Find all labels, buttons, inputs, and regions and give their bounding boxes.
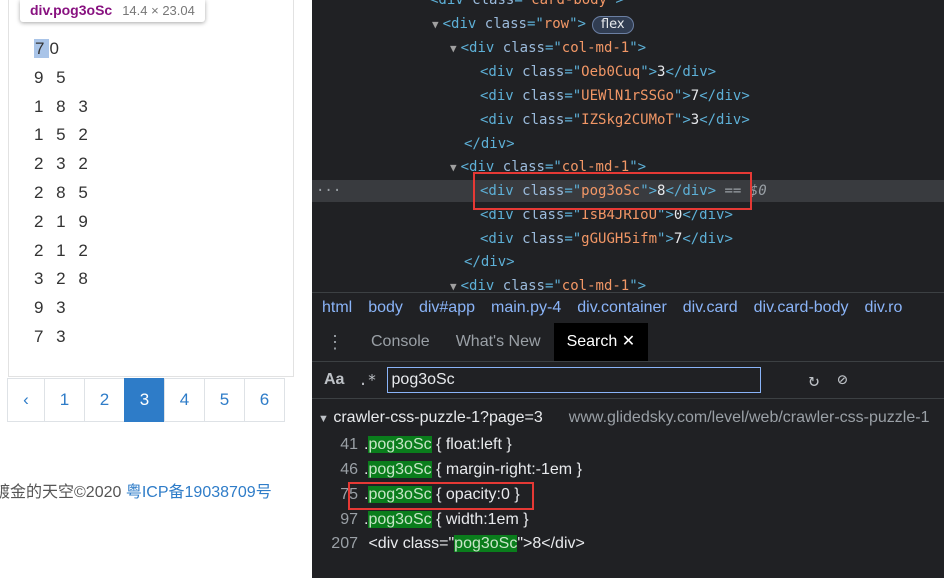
node-col[interactable]: ▼ <div class="col-md-1"> <box>450 37 646 59</box>
inspect-tooltip: div.pog3oSc 14.4 × 23.04 <box>20 0 205 22</box>
page-link-3[interactable]: 3 <box>124 378 165 422</box>
crumb-row[interactable]: div.ro <box>864 299 902 317</box>
number-row: 2 1 9 <box>34 211 92 231</box>
node-leaf[interactable]: <div class="IZSkg2CUMoT">3</div> <box>480 109 750 131</box>
close-icon[interactable]: ✕ <box>622 333 635 350</box>
result-file-header[interactable]: ▼ crawler-css-puzzle-1?page=3 www.glideds… <box>318 409 929 427</box>
number-row: 2 8 5 <box>34 182 92 202</box>
annotation-box-node <box>473 172 752 210</box>
page-link-6[interactable]: 6 <box>244 378 285 422</box>
result-line[interactable]: 41 .pog3oSc { float:left } <box>312 433 512 457</box>
icp-link[interactable]: 粤ICP备19038709号 <box>126 484 272 501</box>
prev-page-button[interactable]: ‹ <box>7 378 45 422</box>
highlighted-digit: 7 <box>34 39 50 58</box>
flex-badge[interactable]: flex <box>591 16 634 34</box>
number-list: 70 9 5 1 8 3 1 5 2 2 3 2 2 8 5 2 1 9 2 1… <box>34 35 92 352</box>
number-row: 2 3 2 <box>34 154 92 174</box>
result-line[interactable]: 97 .pog3oSc { width:1em } <box>312 508 529 532</box>
number-row: 9 5 <box>34 67 70 87</box>
elements-tree: ··· <div class="card-body"> ▼ <div class=… <box>312 0 944 294</box>
footer: 镀金的天空©2020 粤ICP备19038709号 <box>0 478 272 502</box>
result-file-name: crawler-css-puzzle-1?page=3 <box>333 409 543 426</box>
kebab-menu-icon[interactable]: ⋮ <box>312 332 358 353</box>
node-card-body[interactable]: <div class="card-body"> <box>430 0 624 11</box>
page-link-2[interactable]: 2 <box>84 378 125 422</box>
page-panel: 70 9 5 1 8 3 1 5 2 2 3 2 2 8 5 2 1 9 2 1… <box>0 0 312 578</box>
crumb-container[interactable]: div.container <box>577 299 667 317</box>
more-actions-icon[interactable]: ··· <box>316 180 341 202</box>
node-leaf[interactable]: <div class="gGUGH5ifm">7</div> <box>480 228 733 250</box>
crumb-main[interactable]: main.py-4 <box>491 299 561 317</box>
node-close[interactable]: </div> <box>464 251 515 273</box>
search-results: ▼ crawler-css-puzzle-1?page=3 www.glideds… <box>312 399 944 578</box>
page-link-4[interactable]: 4 <box>164 378 205 422</box>
node-row[interactable]: ▼ <div class="row"> flex <box>432 13 634 35</box>
pagination: ‹ 1 2 3 4 5 6 <box>7 378 285 422</box>
crumb-app[interactable]: div#app <box>419 299 475 317</box>
crumb-body[interactable]: body <box>368 299 403 317</box>
page-link-5[interactable]: 5 <box>204 378 245 422</box>
collapse-arrow-icon[interactable]: ▼ <box>432 18 439 31</box>
number-row: 7 3 <box>34 326 70 346</box>
number-row: 2 1 2 <box>34 240 92 260</box>
result-file-url: www.glidedsky.com/level/web/crawler-css-… <box>568 409 930 426</box>
regex-toggle[interactable]: .* <box>358 371 376 389</box>
search-toolbar: Aa .* pog3oSc ↻ ⊘ <box>312 362 944 399</box>
node-leaf[interactable]: <div class="UEWlN1rSSGo">7</div> <box>480 85 750 107</box>
tab-console[interactable]: Console <box>358 323 443 361</box>
tooltip-size: 14.4 × 23.04 <box>122 3 195 18</box>
tab-search[interactable]: Search ✕ <box>553 323 649 361</box>
number-row: 9 3 <box>34 298 70 318</box>
tab-whats-new[interactable]: What's New <box>443 323 554 361</box>
crumb-card[interactable]: div.card <box>683 299 738 317</box>
collapse-arrow-icon[interactable]: ▼ <box>450 42 457 55</box>
node-leaf[interactable]: <div class="Oeb0Cuq">3</div> <box>480 61 716 83</box>
result-line[interactable]: 207 <div class="pog3oSc">8</div> <box>312 532 585 556</box>
crumb-card-body[interactable]: div.card-body <box>754 299 849 317</box>
page-link-1[interactable]: 1 <box>44 378 85 422</box>
refresh-icon[interactable]: ↻ <box>809 370 820 391</box>
node-close[interactable]: </div> <box>464 133 515 155</box>
number-row: 1 5 2 <box>34 125 92 145</box>
number-row: 70 <box>34 39 63 58</box>
breadcrumb: html body div#app main.py-4 div.containe… <box>312 292 944 324</box>
disclosure-arrow-icon[interactable]: ▼ <box>318 413 329 425</box>
footer-text: 镀金的天空©2020 <box>0 484 126 501</box>
crumb-html[interactable]: html <box>322 299 352 317</box>
number-row: 3 2 8 <box>34 269 92 289</box>
annotation-box-opacity <box>348 482 534 510</box>
number-row: 1 8 3 <box>34 96 92 116</box>
clear-icon[interactable]: ⊘ <box>837 370 847 390</box>
drawer-tabbar: ⋮ Console What's New Search ✕ <box>312 323 944 362</box>
search-input[interactable]: pog3oSc <box>386 367 761 393</box>
tooltip-selector: div.pog3oSc <box>30 2 113 18</box>
result-line[interactable]: 46 .pog3oSc { margin-right:-1em } <box>312 458 582 482</box>
match-case-toggle[interactable]: Aa <box>324 371 344 389</box>
collapse-arrow-icon[interactable]: ▼ <box>450 161 457 174</box>
devtools-panel: ··· <div class="card-body"> ▼ <div class=… <box>312 0 944 578</box>
